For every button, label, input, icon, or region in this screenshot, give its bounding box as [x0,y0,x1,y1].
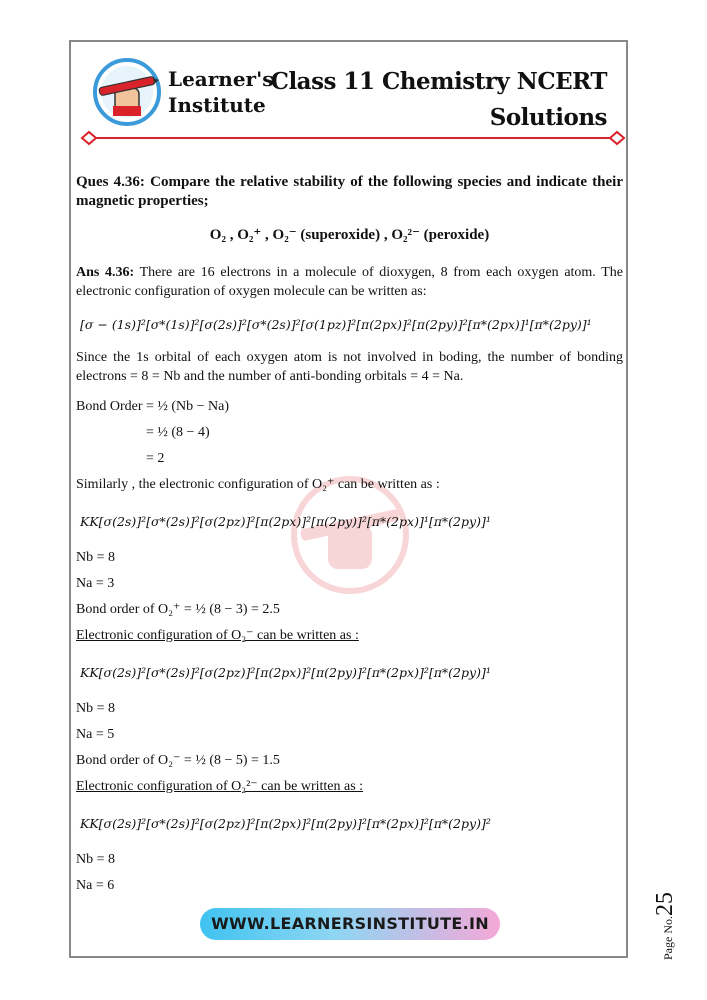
brand-line-2: Institute [168,93,266,117]
o22minus-nb: Nb = 8 [76,852,116,867]
answer-intro-text: There are 16 electrons in a molecule of … [76,265,623,299]
bo-step-3: = 2 [146,451,165,466]
o2minus-nb: Nb = 8 [76,701,116,716]
brand-name: Learner's Institute [168,66,273,118]
bo-step-2: = ½ (8 − 4) [146,425,210,440]
o2minus-bond-order: Bond order of O₂⁻ = ½ (8 − 5) = 1.5 [76,753,280,768]
answer-label: Ans 4.36: [76,265,135,280]
o2minus-na: Na = 5 [76,727,115,742]
o2plus-bond-order: Bond order of O₂⁺ = ½ (8 − 3) = 2.5 [76,602,280,617]
question-text: Ques 4.36: Compare the relative stabilit… [76,174,623,209]
o22minus-heading: Electronic configuration of O₂²⁻ can be … [76,779,364,794]
species-list: O₂ , O₂⁺ , O₂⁻ (superoxide) , O₂²⁻ (pero… [209,227,490,243]
o2minus-heading: Electronic configuration of O₂⁻ can be w… [76,628,359,643]
main-content: Ques 4.36: Compare the relative stabilit… [76,158,623,899]
website-link[interactable]: WWW.LEARNERSINSTITUTE.IN [200,908,500,940]
answer-intro: Ans 4.36: There are 16 electrons in a mo… [76,263,623,301]
since-text: Since the 1s orbital of each oxygen atom… [76,350,623,384]
bond-order-o2: Bond Order = ½ (Nb − Na) = ½ (8 − 4) = 2 [76,394,623,472]
header-divider [80,130,626,146]
config-o2minus: KK[σ(2s)]²[σ*(2s)]²[σ(2pz)]²[π(2px)]²[π(… [80,665,491,680]
config-o2plus: KK[σ(2s)]²[σ*(2s)]²[σ(2pz)]²[π(2px)]²[π(… [80,514,491,529]
title-line-1: Class 11 Chemistry NCERT [270,68,608,95]
learners-institute-logo-icon [93,58,161,126]
o2plus-nb: Nb = 8 [76,550,116,565]
o22minus-na: Na = 6 [76,878,115,893]
brand-line-1: Learner's [168,67,274,91]
page-number: Page No.25 [652,892,679,960]
page-title: Class 11 Chemistry NCERT Solutions [270,64,608,136]
config-o22minus: KK[σ(2s)]²[σ*(2s)]²[σ(2pz)]²[π(2px)]²[π(… [80,816,491,831]
similarly-text: Similarly , the electronic configuration… [76,477,440,492]
config-o2: [σ − (1s)]²[σ*(1s)]²[σ(2s)]²[σ*(2s)]²[σ(… [80,317,592,332]
o2plus-na: Na = 3 [76,576,115,591]
page-label: Page No. [661,916,675,960]
page-number-value: 25 [652,892,678,916]
bo-step-1: Bond Order = ½ (Nb − Na) [76,399,230,414]
